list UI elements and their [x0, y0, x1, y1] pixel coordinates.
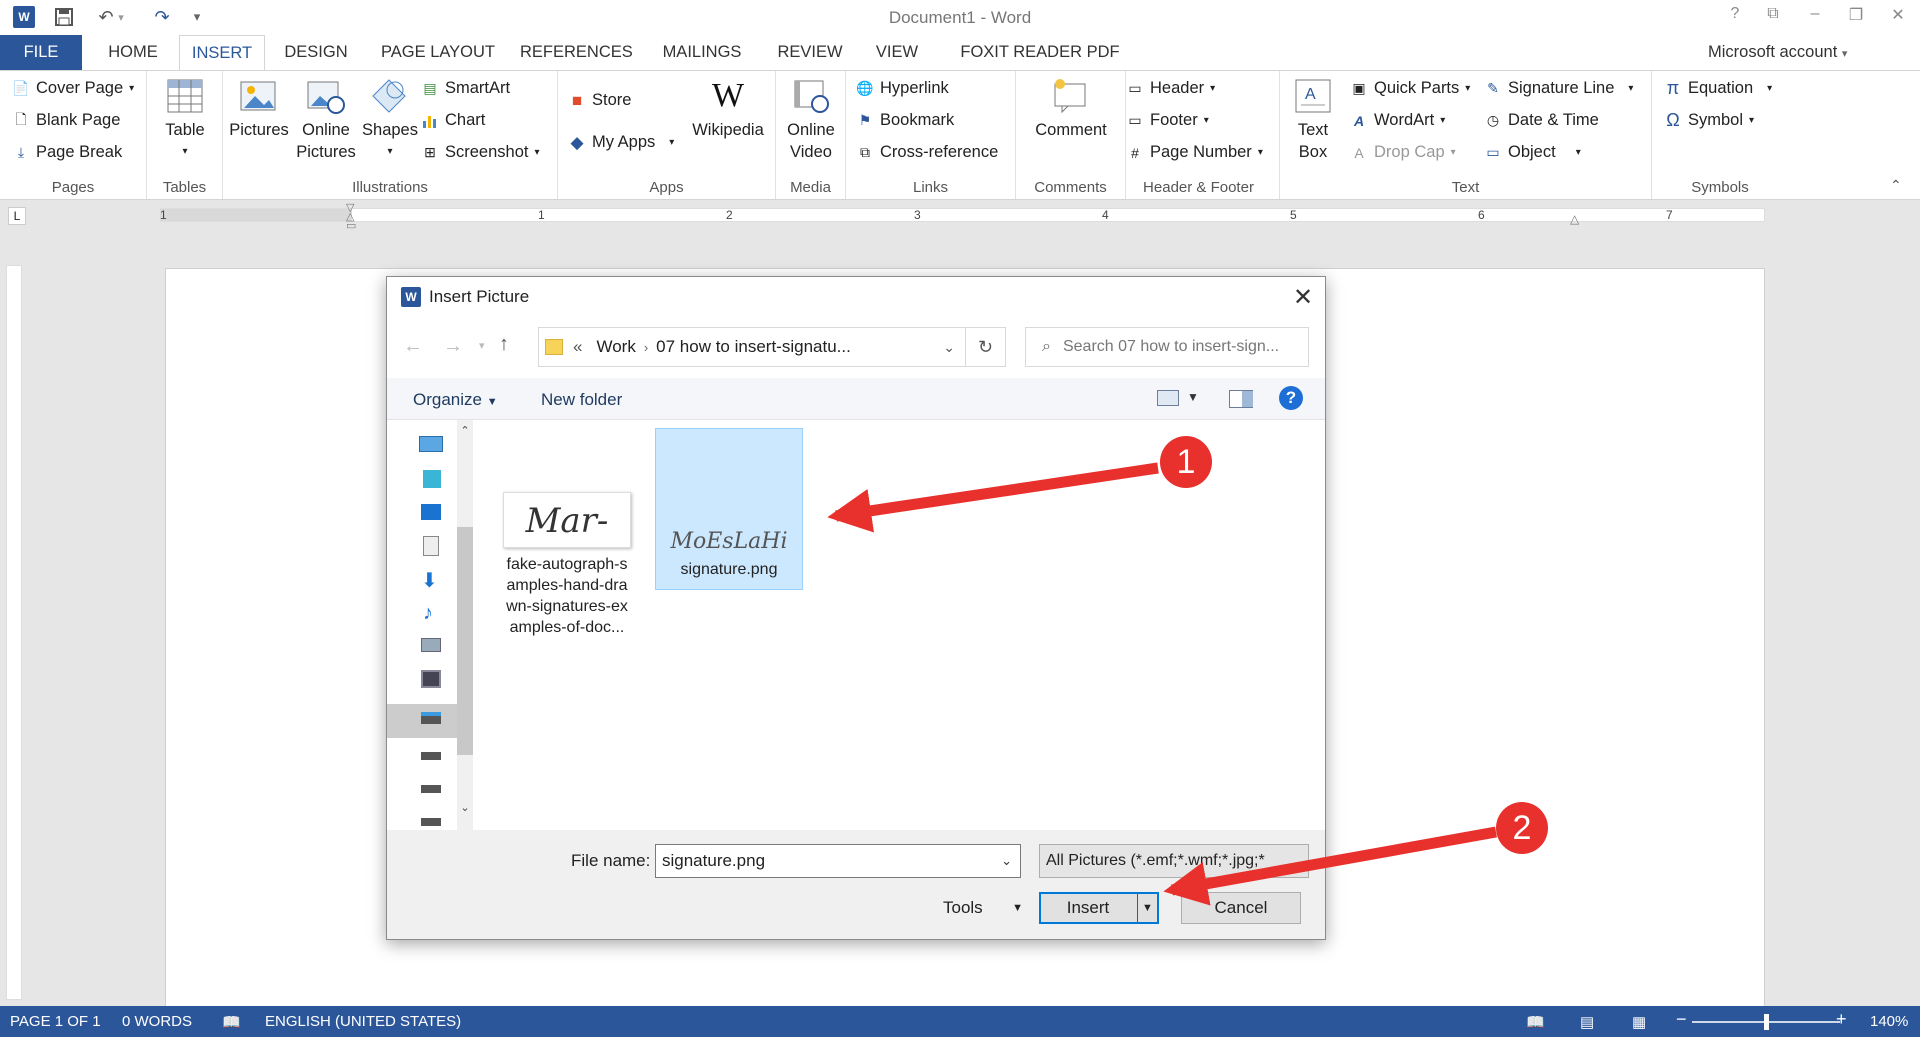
zoom-out-icon[interactable]: − — [1676, 1009, 1687, 1030]
annotation-arrow-2 — [1163, 826, 1497, 906]
read-mode-icon[interactable]: 📖 — [1526, 1013, 1545, 1031]
annotation-callout-2: 2 — [1496, 802, 1548, 854]
zoom-level[interactable]: 140% — [1870, 1013, 1908, 1030]
word-count[interactable]: 0 WORDS — [122, 1013, 192, 1030]
annotation-arrows — [827, 462, 1497, 906]
zoom-slider-thumb[interactable] — [1764, 1014, 1769, 1030]
zoom-slider[interactable] — [1692, 1014, 1840, 1030]
status-bar: PAGE 1 OF 1 0 WORDS 📖 ENGLISH (UNITED ST… — [0, 1006, 1920, 1037]
annotation-callout-1: 1 — [1160, 436, 1212, 488]
print-layout-icon[interactable]: ▤ — [1580, 1013, 1594, 1031]
zoom-in-icon[interactable]: + — [1836, 1009, 1847, 1030]
proofing-icon[interactable]: 📖 — [222, 1013, 241, 1031]
web-layout-icon[interactable]: ▦ — [1632, 1013, 1646, 1031]
annotation-arrow-1 — [827, 462, 1159, 533]
page-count[interactable]: PAGE 1 OF 1 — [10, 1013, 101, 1030]
language[interactable]: ENGLISH (UNITED STATES) — [265, 1013, 461, 1030]
